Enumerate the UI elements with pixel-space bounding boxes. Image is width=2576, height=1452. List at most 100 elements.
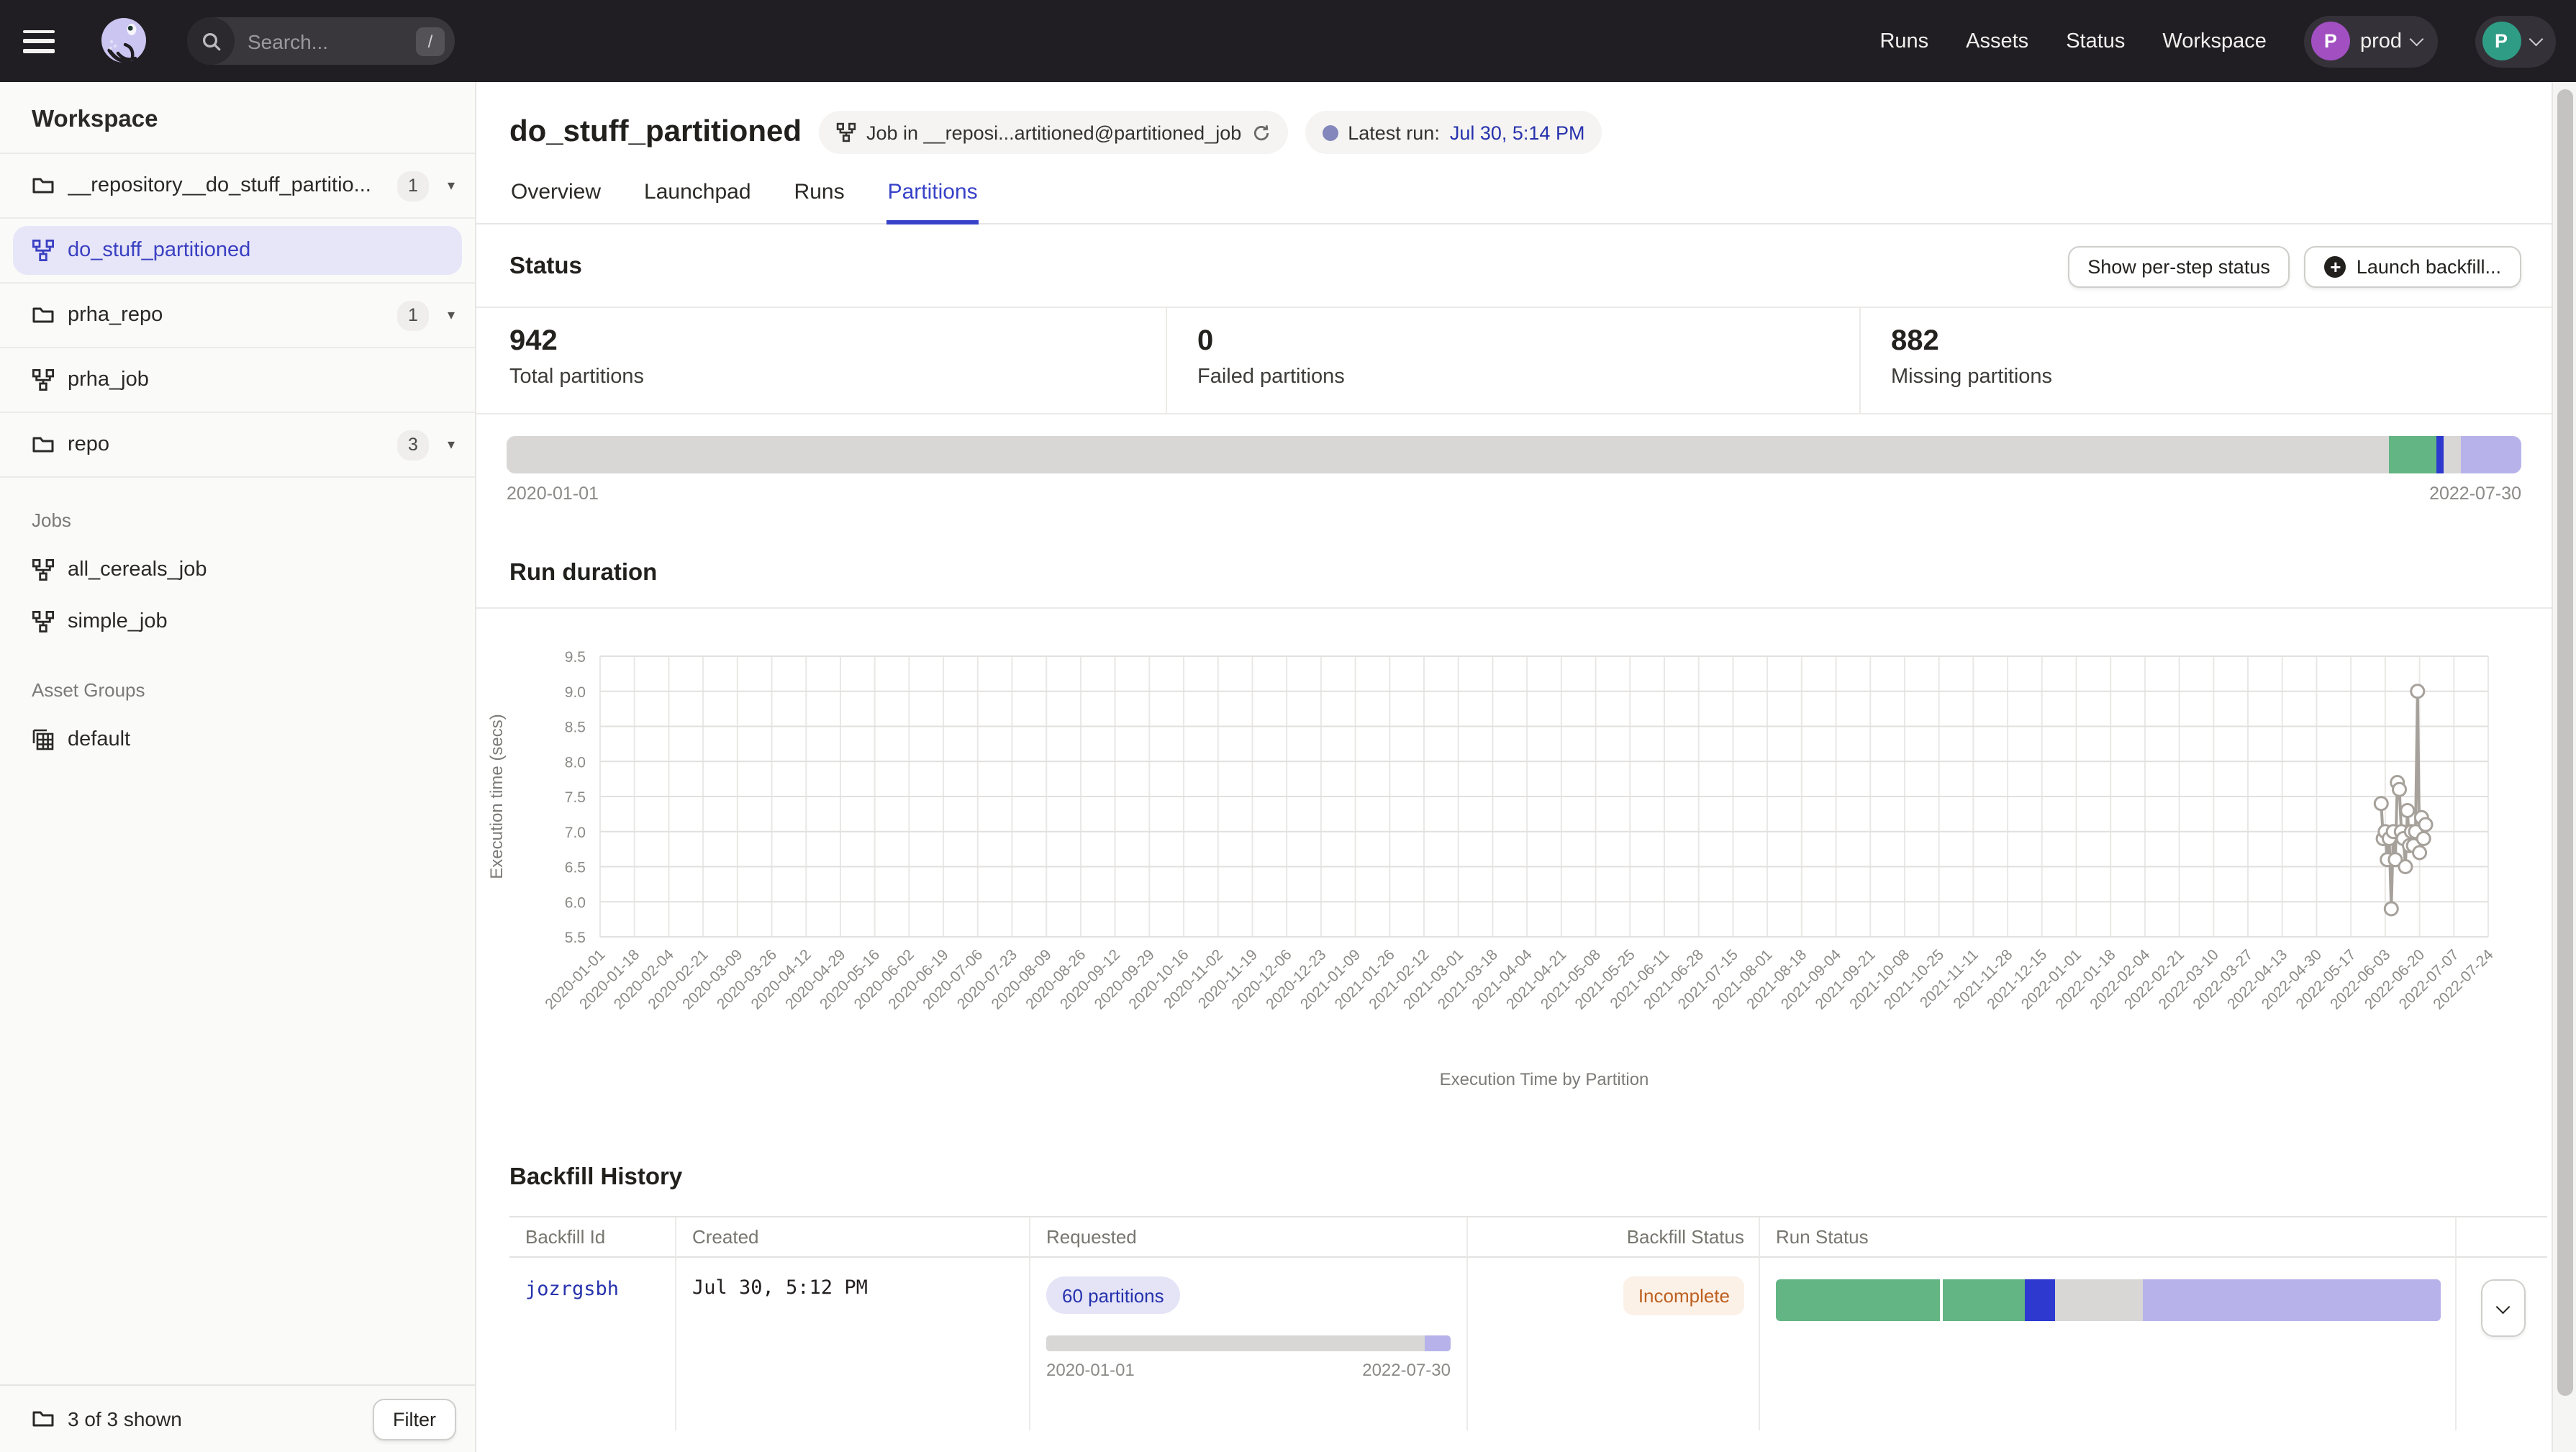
partition-status-bar[interactable] — [507, 436, 2521, 473]
nav-status[interactable]: Status — [2066, 30, 2125, 53]
bar-segment-in-progress — [2025, 1279, 2056, 1321]
job-tabs: Overview Launchpad Runs Partitions — [476, 154, 2552, 224]
bar-segment-queued — [2461, 436, 2521, 473]
job-path-link[interactable]: Job in __reposi...artitioned@partitioned… — [866, 122, 1241, 143]
data-point-marker[interactable] — [2393, 783, 2406, 796]
page-scrollbar[interactable] — [2552, 82, 2576, 1452]
caret-down-icon[interactable]: ▾ — [442, 178, 461, 194]
sidebar-item-all-cereals-job[interactable]: all_cereals_job — [0, 544, 475, 596]
y-tick-label: 5.5 — [565, 930, 586, 946]
job-path-pill: Job in __reposi...artitioned@partitioned… — [819, 111, 1287, 154]
y-tick-label: 8.0 — [565, 754, 586, 771]
workspace-sidebar: Workspace __repository__do_stuff_partiti… — [0, 82, 476, 1452]
job-label: simple_job — [68, 610, 168, 633]
dagster-logo[interactable] — [95, 12, 153, 70]
run-duration-chart-container: 2020-01-012020-01-182020-02-042020-02-21… — [476, 609, 2552, 1110]
stat-label: Missing partitions — [1891, 366, 2552, 389]
user-menu[interactable]: P — [2475, 15, 2556, 67]
requested-partitions-chip[interactable]: 60 partitions — [1046, 1276, 1180, 1314]
latest-run-pill: Latest run: Jul 30, 5:14 PM — [1305, 111, 1602, 154]
bar-segment-missing — [507, 436, 2388, 473]
run-duration-chart[interactable]: 2020-01-012020-01-182020-02-042020-02-21… — [476, 616, 2550, 1102]
latest-run-label: Latest run: — [1348, 122, 1440, 143]
repo-count-badge: 1 — [397, 300, 429, 330]
backfill-history-table: Backfill Id Created Requested Backfill S… — [509, 1216, 2547, 1430]
column-header-created: Created — [675, 1217, 1029, 1258]
sidebar-item-repo[interactable]: repo 3 ▾ — [0, 413, 475, 478]
requested-range-end: 2022-07-30 — [1362, 1360, 1451, 1380]
data-point-marker[interactable] — [2385, 902, 2398, 915]
launch-backfill-button[interactable]: + Launch backfill... — [2305, 246, 2521, 288]
partition-stats: 942 Total partitions 0 Failed partitions… — [476, 308, 2552, 413]
backfill-id-link[interactable]: jozrgsbh — [525, 1278, 619, 1301]
data-point-marker[interactable] — [2375, 797, 2387, 810]
stat-value: 0 — [1197, 325, 1859, 358]
job-label: prha_job — [68, 368, 461, 391]
caret-down-icon[interactable]: ▾ — [442, 307, 461, 323]
folder-icon — [32, 1407, 55, 1430]
sidebar-title: Workspace — [0, 82, 475, 154]
repo-count-badge: 3 — [397, 430, 429, 460]
folder-icon — [32, 433, 55, 456]
show-per-step-status-button[interactable]: Show per-step status — [2067, 246, 2290, 288]
sidebar-item-do-stuff-partitioned[interactable]: do_stuff_partitioned — [13, 226, 462, 275]
folder-icon — [32, 174, 55, 197]
tab-partitions[interactable]: Partitions — [886, 180, 979, 223]
search-input[interactable]: Search... / — [187, 17, 455, 65]
chevron-down-icon — [2410, 32, 2423, 45]
table-row-cell-created: Jul 30, 5:12 PM — [675, 1258, 1029, 1430]
deployment-switcher[interactable]: P prod — [2304, 15, 2437, 67]
sidebar-item-prha-repo[interactable]: prha_repo 1 ▾ — [0, 283, 475, 348]
run-duration-title: Run duration — [509, 560, 657, 586]
x-axis-title: Execution Time by Partition — [1440, 1070, 1649, 1089]
data-point-marker[interactable] — [2399, 861, 2412, 874]
y-tick-label: 7.5 — [565, 789, 586, 806]
column-header-actions — [2455, 1217, 2547, 1258]
user-avatar: P — [2482, 22, 2521, 60]
caret-down-icon[interactable]: ▾ — [442, 437, 461, 453]
nav-runs[interactable]: Runs — [1879, 30, 1928, 53]
deployment-label: prod — [2360, 30, 2402, 53]
dagster-app: Search... / Runs Assets Status Workspace… — [0, 0, 2576, 1452]
run-status-dot-icon — [1322, 124, 1338, 140]
scrollbar-thumb[interactable] — [2557, 89, 2572, 1396]
data-point-marker[interactable] — [2411, 685, 2424, 698]
sidebar-footer: 3 of 3 shown Filter — [0, 1384, 475, 1452]
tab-launchpad[interactable]: Launchpad — [643, 180, 753, 223]
search-shortcut-badge: / — [416, 27, 445, 55]
requested-progress-bar — [1046, 1335, 1451, 1351]
run-status-bar[interactable] — [1776, 1279, 2441, 1321]
repo-label: __repository__do_stuff_partitio... — [68, 174, 384, 197]
data-point-marker[interactable] — [2417, 832, 2430, 845]
deployment-avatar: P — [2311, 22, 2350, 60]
hamburger-menu-icon[interactable] — [23, 30, 55, 53]
y-axis-title: Execution time (secs) — [487, 714, 507, 879]
shown-count: 3 of 3 shown — [68, 1407, 360, 1430]
top-nav: Runs Assets Status Workspace P prod P — [1879, 15, 2556, 67]
tab-runs[interactable]: Runs — [793, 180, 846, 223]
chevron-down-icon — [2496, 1299, 2509, 1312]
asset-group-label: default — [68, 728, 130, 751]
bar-segment-success — [1943, 1279, 2026, 1321]
nav-workspace[interactable]: Workspace — [2162, 30, 2267, 53]
data-point-marker[interactable] — [2419, 818, 2432, 831]
sidebar-item-repository[interactable]: __repository__do_stuff_partitio... 1 ▾ — [0, 154, 475, 219]
data-point-marker[interactable] — [2413, 846, 2426, 859]
job-icon — [836, 122, 856, 142]
nav-assets[interactable]: Assets — [1966, 30, 2028, 53]
row-menu-button[interactable] — [2480, 1279, 2525, 1337]
sidebar-item-simple-job[interactable]: simple_job — [0, 596, 475, 648]
asset-group-icon — [32, 728, 55, 751]
asset-groups-section-label: Asset Groups — [0, 679, 475, 701]
sidebar-item-default-group[interactable]: default — [0, 714, 475, 766]
refresh-icon[interactable] — [1251, 123, 1270, 142]
backfill-status-badge: Incomplete — [1624, 1276, 1744, 1315]
latest-run-link[interactable]: Jul 30, 5:14 PM — [1450, 122, 1585, 143]
sidebar-item-prha-job[interactable]: prha_job — [0, 348, 475, 413]
y-tick-label: 6.5 — [565, 860, 586, 876]
bar-segment-not-started — [2056, 1279, 2144, 1321]
data-point-marker[interactable] — [2401, 804, 2414, 817]
filter-button[interactable]: Filter — [373, 1398, 456, 1440]
bar-segment-success — [1776, 1279, 1939, 1321]
tab-overview[interactable]: Overview — [509, 180, 602, 223]
